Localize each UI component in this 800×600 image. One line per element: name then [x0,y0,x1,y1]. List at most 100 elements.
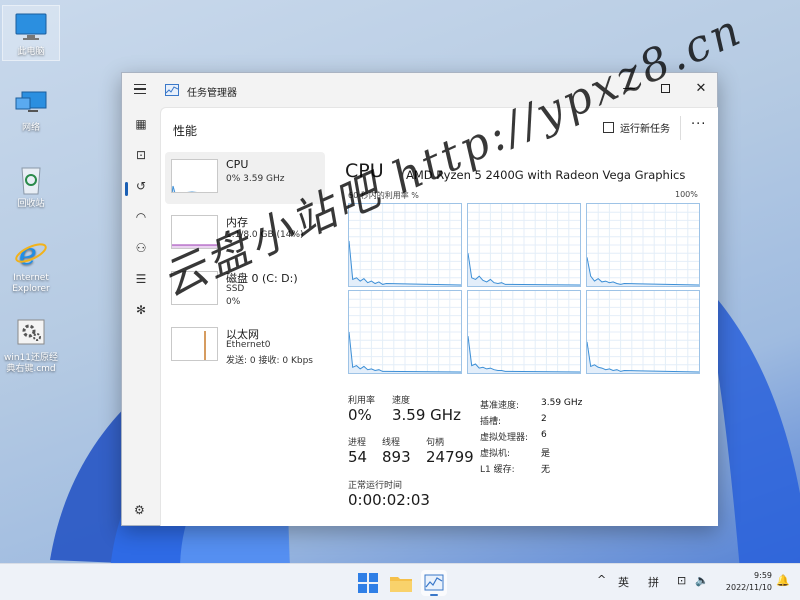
desktop-icon-label: win11还原经典右键.cmd [3,353,59,374]
resource-detail-2: 0% [226,297,241,307]
cpu-model: AMD Ryzen 5 2400G with Radeon Vega Graph… [406,168,686,182]
core-usage-chart [587,204,699,286]
resource-item-disk[interactable]: 磁盘 0 (C: D:) SSD 0% [165,264,325,316]
cpu-core-graphs [348,203,700,374]
run-new-task-button[interactable]: 运行新任务 [603,120,670,135]
nav-rail: ▦ ⊡ ↺ ◠ ⚇ ☰ ✻ [122,107,160,525]
resource-detail-2: 发送: 0 接收: 0 Kbps [226,356,313,366]
run-new-task-label: 运行新任务 [620,124,670,135]
clock-time: 9:59 [754,571,772,580]
nav-performance[interactable]: ⊡ [130,144,152,166]
clock[interactable]: 9:59 2022/11/10 [716,570,772,594]
spec-key: 插槽: [480,417,502,427]
desktop-icon-cmd-script[interactable]: win11还原经典右键.cmd [2,312,60,375]
toolbar-divider [680,116,681,140]
resource-item-cpu[interactable]: CPU 0% 3.59 GHz [165,152,325,204]
internet-explorer-icon: e [14,236,48,272]
speedometer-icon: ◠ [135,210,147,224]
show-hidden-icons-button[interactable]: ^ [597,573,606,586]
nav-app-history[interactable]: ↺ [130,175,152,197]
processes-value: 54 [348,448,368,466]
clock-date: 2022/11/10 [725,583,772,592]
taskbar-task-manager[interactable] [421,570,447,596]
desktop-icon-network[interactable]: 网络 [2,82,60,134]
settings-gear-icon[interactable]: ⚙ [134,503,145,517]
performance-panel: 性能 运行新任务 ··· CPU 0% 3.59 GHz 内存 1.1/8.0 … [160,107,718,526]
resource-item-ethernet[interactable]: 以太网 Ethernet0 发送: 0 接收: 0 Kbps [165,320,325,372]
spec-value: 无 [541,465,551,475]
handles-label: 句柄 [426,438,445,448]
nav-startup[interactable]: ◠ [130,206,152,228]
nav-users[interactable]: ⚇ [130,237,152,259]
cpu-core-graph [467,203,581,287]
resource-list: CPU 0% 3.59 GHz 内存 1.1/8.0 GB (14%) 磁盘 0… [165,152,325,376]
desktop-icon-recycle-bin[interactable]: 回收站 [2,158,60,210]
cpu-thumbnail-graph [171,159,218,193]
spec-key: 虚拟机: [480,449,511,459]
maximize-button[interactable] [647,73,683,103]
close-button[interactable]: ✕ [683,73,719,103]
window-title: 任务管理器 [187,88,237,99]
threads-value: 893 [382,448,411,466]
taskbar: ^ 英 拼 ⊡ 🔈 9:59 2022/11/10 🔔 [0,563,800,600]
nav-services[interactable]: ✻ [130,299,152,321]
ime-mode-indicator[interactable]: 拼 [648,574,659,590]
task-manager-app-icon [165,84,179,96]
more-options-button[interactable]: ··· [691,117,706,132]
desktop-icon-this-pc[interactable]: 此电脑 [2,5,60,61]
network-icon [14,86,48,120]
details-list-icon: ☰ [135,272,147,286]
resource-detail: Ethernet0 [226,340,271,350]
cpu-core-graph [586,290,700,374]
maximize-icon [660,83,670,93]
memory-thumbnail-graph [171,215,218,249]
title-bar[interactable]: 任务管理器 — ✕ [122,73,717,107]
hamburger-menu-icon[interactable] [134,84,146,94]
nav-details[interactable]: ☰ [130,268,152,290]
task-manager-icon [424,574,444,596]
core-usage-chart [349,204,461,286]
desktop-icon-label: 网络 [21,123,40,133]
users-icon: ⚇ [135,241,147,255]
monitor-icon [14,10,48,44]
performance-icon: ⊡ [135,148,147,162]
start-button[interactable] [355,570,381,596]
history-icon: ↺ [135,179,147,193]
minimize-button[interactable]: — [611,73,647,103]
network-tray-icon[interactable]: ⊡ [677,574,686,587]
input-language-indicator[interactable]: 英 [618,574,629,590]
page-title: 性能 [173,124,198,138]
cpu-title: CPU [345,160,384,182]
speed-label: 速度 [392,396,411,406]
resource-item-memory[interactable]: 内存 1.1/8.0 GB (14%) [165,208,325,260]
services-puzzle-icon: ✻ [135,303,147,317]
graph-label: 60 秒内的利用率 % [348,191,419,200]
minimize-icon: — [622,80,636,96]
windows-logo-icon [358,573,378,593]
spec-value: 3.59 GHz [541,398,583,408]
desktop-icon-label: 此电脑 [17,47,45,57]
cpu-core-graph [348,203,462,287]
desktop-icon-label: 回收站 [17,199,45,209]
volume-tray-icon[interactable]: 🔈 [695,574,709,587]
speed-value: 3.59 GHz [392,406,461,424]
desktop-icon-internet-explorer[interactable]: e Internet Explorer [2,232,60,295]
close-icon: ✕ [695,80,707,96]
spec-key: 虚拟处理器: [480,433,529,443]
resource-detail: 1.1/8.0 GB (14%) [226,230,304,240]
utilization-value: 0% [348,406,372,424]
taskbar-file-explorer[interactable] [388,570,414,596]
uptime-label: 正常运行时间 [348,481,403,491]
nav-processes[interactable]: ▦ [130,113,152,135]
resource-name: CPU [226,158,249,171]
spec-value: 6 [541,430,547,440]
disk-thumbnail-graph [171,271,218,305]
notification-bell-icon[interactable]: 🔔 [776,574,790,587]
svg-text:e: e [19,237,37,270]
resource-name: 内存 [226,216,248,229]
cpu-core-graph [467,290,581,374]
task-manager-window: 任务管理器 — ✕ ▦ ⊡ ↺ ◠ ⚇ ☰ ✻ ⚙ 性能 运行新任务 ··· C… [121,72,718,526]
resource-detail: SSD [226,284,245,294]
ethernet-thumbnail-graph [171,327,218,361]
core-usage-chart [587,291,699,373]
